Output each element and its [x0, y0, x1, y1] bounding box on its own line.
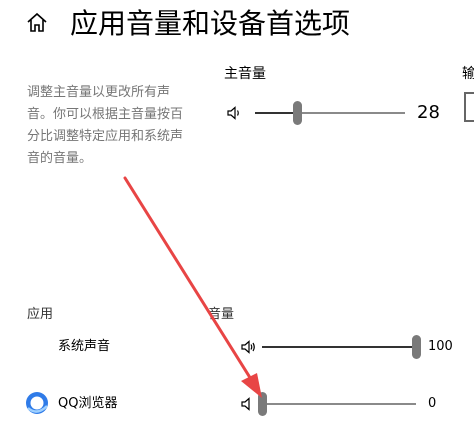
description-text: 调整主音量以更改所有声音。你可以根据主音量按百分比调整特定应用和系统声音的音量。: [27, 85, 184, 166]
app-volume-value: 100: [428, 339, 453, 354]
app-volume-slider[interactable]: [262, 335, 421, 359]
speaker-high-icon: [241, 340, 255, 354]
master-volume-slider[interactable]: [255, 101, 405, 125]
app-volume-fill: [262, 346, 416, 348]
app-name: QQ浏览器: [58, 396, 118, 411]
app-name: 系统声音: [58, 339, 111, 354]
home-icon[interactable]: [24, 10, 50, 36]
app-volume-slider[interactable]: [258, 392, 416, 416]
page-title: 应用音量和设备首选项: [70, 7, 351, 40]
master-volume-thumb[interactable]: [293, 101, 302, 125]
app-volume-thumb[interactable]: [258, 392, 267, 416]
qq-browser-icon: [26, 392, 48, 414]
app-volume-track: [262, 403, 416, 405]
speaker-low-icon: [241, 397, 250, 411]
output-device-label: 输: [462, 66, 474, 82]
master-volume-fill: [255, 112, 297, 114]
app-row-qq-browser: QQ浏览器 0: [0, 384, 474, 424]
volume-column-header: 音量: [208, 307, 235, 322]
apps-column-header: 应用: [27, 307, 54, 322]
speaker-low-icon: [227, 106, 239, 120]
app-volume-value: 0: [428, 396, 437, 411]
output-device-dropdown[interactable]: [464, 92, 474, 122]
app-volume-thumb[interactable]: [412, 335, 421, 359]
master-volume-label: 主音量: [224, 66, 266, 82]
app-row-system-sounds: 系统声音 100: [0, 327, 474, 367]
master-volume-value: 28: [417, 102, 440, 123]
